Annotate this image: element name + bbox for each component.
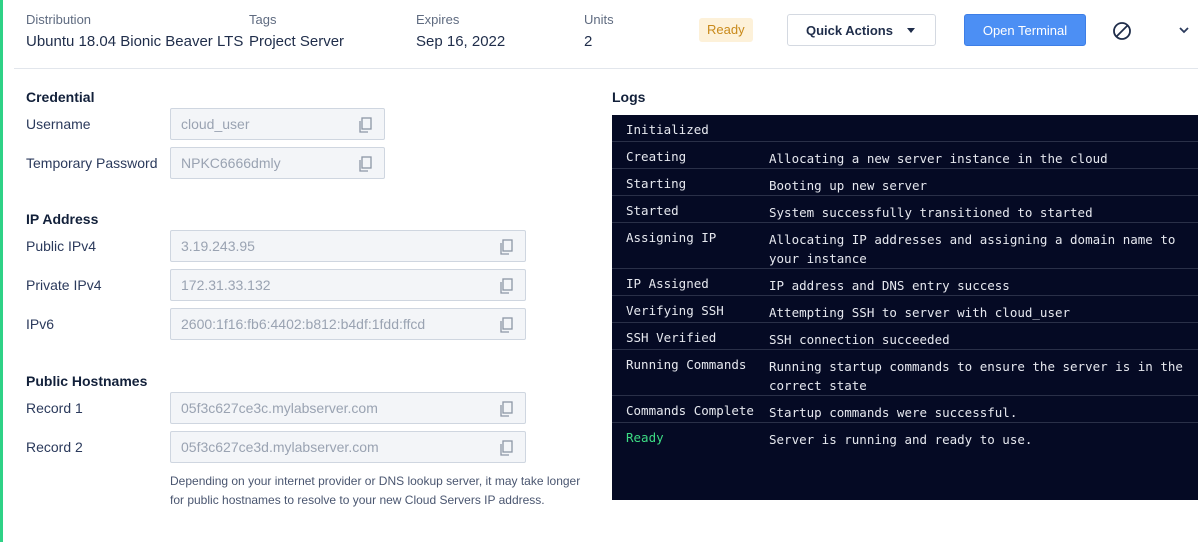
caret-down-icon [907,28,915,33]
password-label: Temporary Password [26,155,158,171]
logs-panel[interactable]: Initialized Creating Allocating a new se… [612,115,1198,500]
distribution-meta: Distribution Ubuntu 18.04 Bionic Beaver … [26,12,243,52]
log-row: Initialized [612,115,1198,142]
log-message: Server is running and ready to use. [769,432,1033,447]
units-label: Units [584,12,614,27]
log-row: Starting Booting up new server [612,169,1198,196]
record2-label: Record 2 [26,439,83,455]
private-ipv4-label: Private IPv4 [26,277,102,293]
copy-icon[interactable] [499,317,513,333]
expires-value: Sep 16, 2022 [416,33,506,50]
copy-icon[interactable] [358,156,372,172]
log-status: Initialized [626,122,709,137]
private-ipv4-field [170,269,526,301]
log-status: Verifying SSH [626,303,724,318]
public-hostnames-title: Public Hostnames [26,373,148,389]
username-field [170,108,385,140]
log-row: Creating Allocating a new server instanc… [612,142,1198,169]
credential-title: Credential [26,89,95,105]
ipv6-field [170,308,526,340]
units-meta: Units 2 [584,12,614,52]
log-row: Assigning IP Allocating IP addresses and… [612,223,1198,269]
log-message: Allocating IP addresses and assigning a … [769,232,1176,266]
password-field [170,147,385,179]
log-row: Commands Complete Startup commands were … [612,396,1198,423]
log-status: Creating [626,149,687,164]
server-header: Distribution Ubuntu 18.04 Bionic Beaver … [0,0,1200,70]
log-status: Running Commands [626,357,747,372]
log-message: SSH connection succeeded [769,332,950,347]
copy-icon[interactable] [499,440,513,456]
log-status: IP Assigned [626,276,709,291]
log-row: Ready Server is running and ready to use… [612,423,1198,450]
public-ipv4-field [170,230,526,262]
log-message: IP address and DNS entry success [769,278,1010,293]
record2-field [170,431,526,463]
record1-label: Record 1 [26,400,83,416]
distribution-value: Ubuntu 18.04 Bionic Beaver LTS [26,33,244,50]
hostname-resolution-note: Depending on your internet provider or D… [170,474,581,507]
log-status: SSH Verified [626,330,717,345]
log-message: System successfully transitioned to star… [769,205,1093,220]
units-value: 2 [584,33,593,50]
logs-title: Logs [612,89,646,105]
log-message: Startup commands were successful. [769,405,1018,420]
distribution-label: Distribution [26,12,92,27]
ipv6-input[interactable] [171,309,525,339]
log-row: IP Assigned IP address and DNS entry suc… [612,269,1198,296]
quick-actions-button[interactable]: Quick Actions [787,14,936,46]
password-input[interactable] [171,148,384,178]
tags-meta: Tags Project Server [249,12,344,52]
record2-input[interactable] [171,432,525,462]
username-label: Username [26,116,91,132]
chevron-down-icon[interactable] [1178,24,1190,36]
log-status: Starting [626,176,687,191]
expires-label: Expires [416,12,460,27]
log-message: Allocating a new server instance in the … [769,151,1108,166]
log-message: Booting up new server [769,178,928,193]
log-row: Verifying SSH Attempting SSH to server w… [612,296,1198,323]
log-message: Attempting SSH to server with cloud_user [769,305,1071,320]
public-ipv4-input[interactable] [171,231,525,261]
open-terminal-button[interactable]: Open Terminal [964,14,1086,46]
block-icon[interactable] [1112,21,1132,41]
public-ipv4-label: Public IPv4 [26,238,97,254]
ipv6-label: IPv6 [26,316,55,332]
record1-field [170,392,526,424]
copy-icon[interactable] [499,401,513,417]
log-row: Running Commands Running startup command… [612,350,1198,396]
log-status: Started [626,203,679,218]
ip-address-title: IP Address [26,211,99,227]
log-status: Assigning IP [626,230,717,245]
header-divider [14,68,1198,69]
expires-meta: Expires Sep 16, 2022 [416,12,505,52]
log-row: Started System successfully transitioned… [612,196,1198,223]
status-accent-bar [0,0,3,542]
private-ipv4-input[interactable] [171,270,525,300]
record1-input[interactable] [171,393,525,423]
copy-icon[interactable] [499,278,513,294]
log-status: Ready [626,430,664,445]
tags-label: Tags [249,12,277,27]
status-badge: Ready [699,18,753,42]
username-input[interactable] [171,109,384,139]
log-message: Running startup commands to ensure the s… [769,359,1183,393]
quick-actions-label: Quick Actions [806,22,893,38]
log-row: SSH Verified SSH connection succeeded [612,323,1198,350]
copy-icon[interactable] [358,117,372,133]
tags-value: Project Server [249,33,345,50]
log-status: Commands Complete [626,403,754,418]
copy-icon[interactable] [499,239,513,255]
